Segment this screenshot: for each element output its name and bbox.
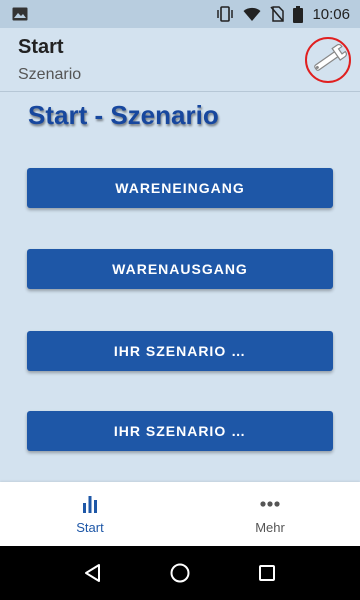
page-subtitle: Szenario — [18, 66, 82, 83]
nav-item-label: Mehr — [255, 519, 285, 535]
nav-item-start[interactable]: Start — [0, 482, 180, 546]
custom-scenario-button-2[interactable]: IHR SZENARIO … — [27, 411, 333, 451]
vibrate-icon — [216, 6, 234, 22]
back-icon — [85, 564, 101, 582]
app-bar: Start Szenario — [0, 28, 360, 92]
status-right: 10:06 — [216, 5, 350, 23]
home-icon — [170, 563, 190, 583]
system-navigation-bar — [0, 546, 360, 600]
scenario-heading: Start - Szenario — [28, 100, 219, 130]
main-content: Start - Szenario WARENEINGANG WARENAUSGA… — [0, 92, 360, 482]
wareneingang-button[interactable]: WARENEINGANG — [27, 168, 333, 208]
back-button[interactable] — [73, 553, 113, 593]
nav-item-mehr[interactable]: Mehr — [180, 482, 360, 546]
more-dots-icon — [260, 500, 280, 507]
home-button[interactable] — [160, 553, 200, 593]
recents-icon — [258, 565, 275, 581]
bar-chart-icon — [83, 495, 97, 513]
status-left — [12, 7, 28, 21]
status-bar: 10:06 — [0, 0, 360, 28]
warenausgang-button[interactable]: WARENAUSGANG — [27, 249, 333, 289]
battery-icon — [293, 5, 304, 23]
custom-scenario-button-1[interactable]: IHR SZENARIO … — [27, 331, 333, 371]
image-icon — [12, 7, 28, 21]
wrench-icon — [305, 37, 351, 83]
no-sim-icon — [270, 6, 285, 22]
settings-button[interactable] — [304, 34, 352, 86]
wifi-icon — [243, 7, 261, 22]
status-time: 10:06 — [312, 5, 350, 23]
recents-button[interactable] — [247, 553, 287, 593]
page-title: Start — [18, 36, 64, 58]
nav-item-label: Start — [76, 519, 104, 535]
bottom-navigation: Start Mehr — [0, 482, 360, 546]
